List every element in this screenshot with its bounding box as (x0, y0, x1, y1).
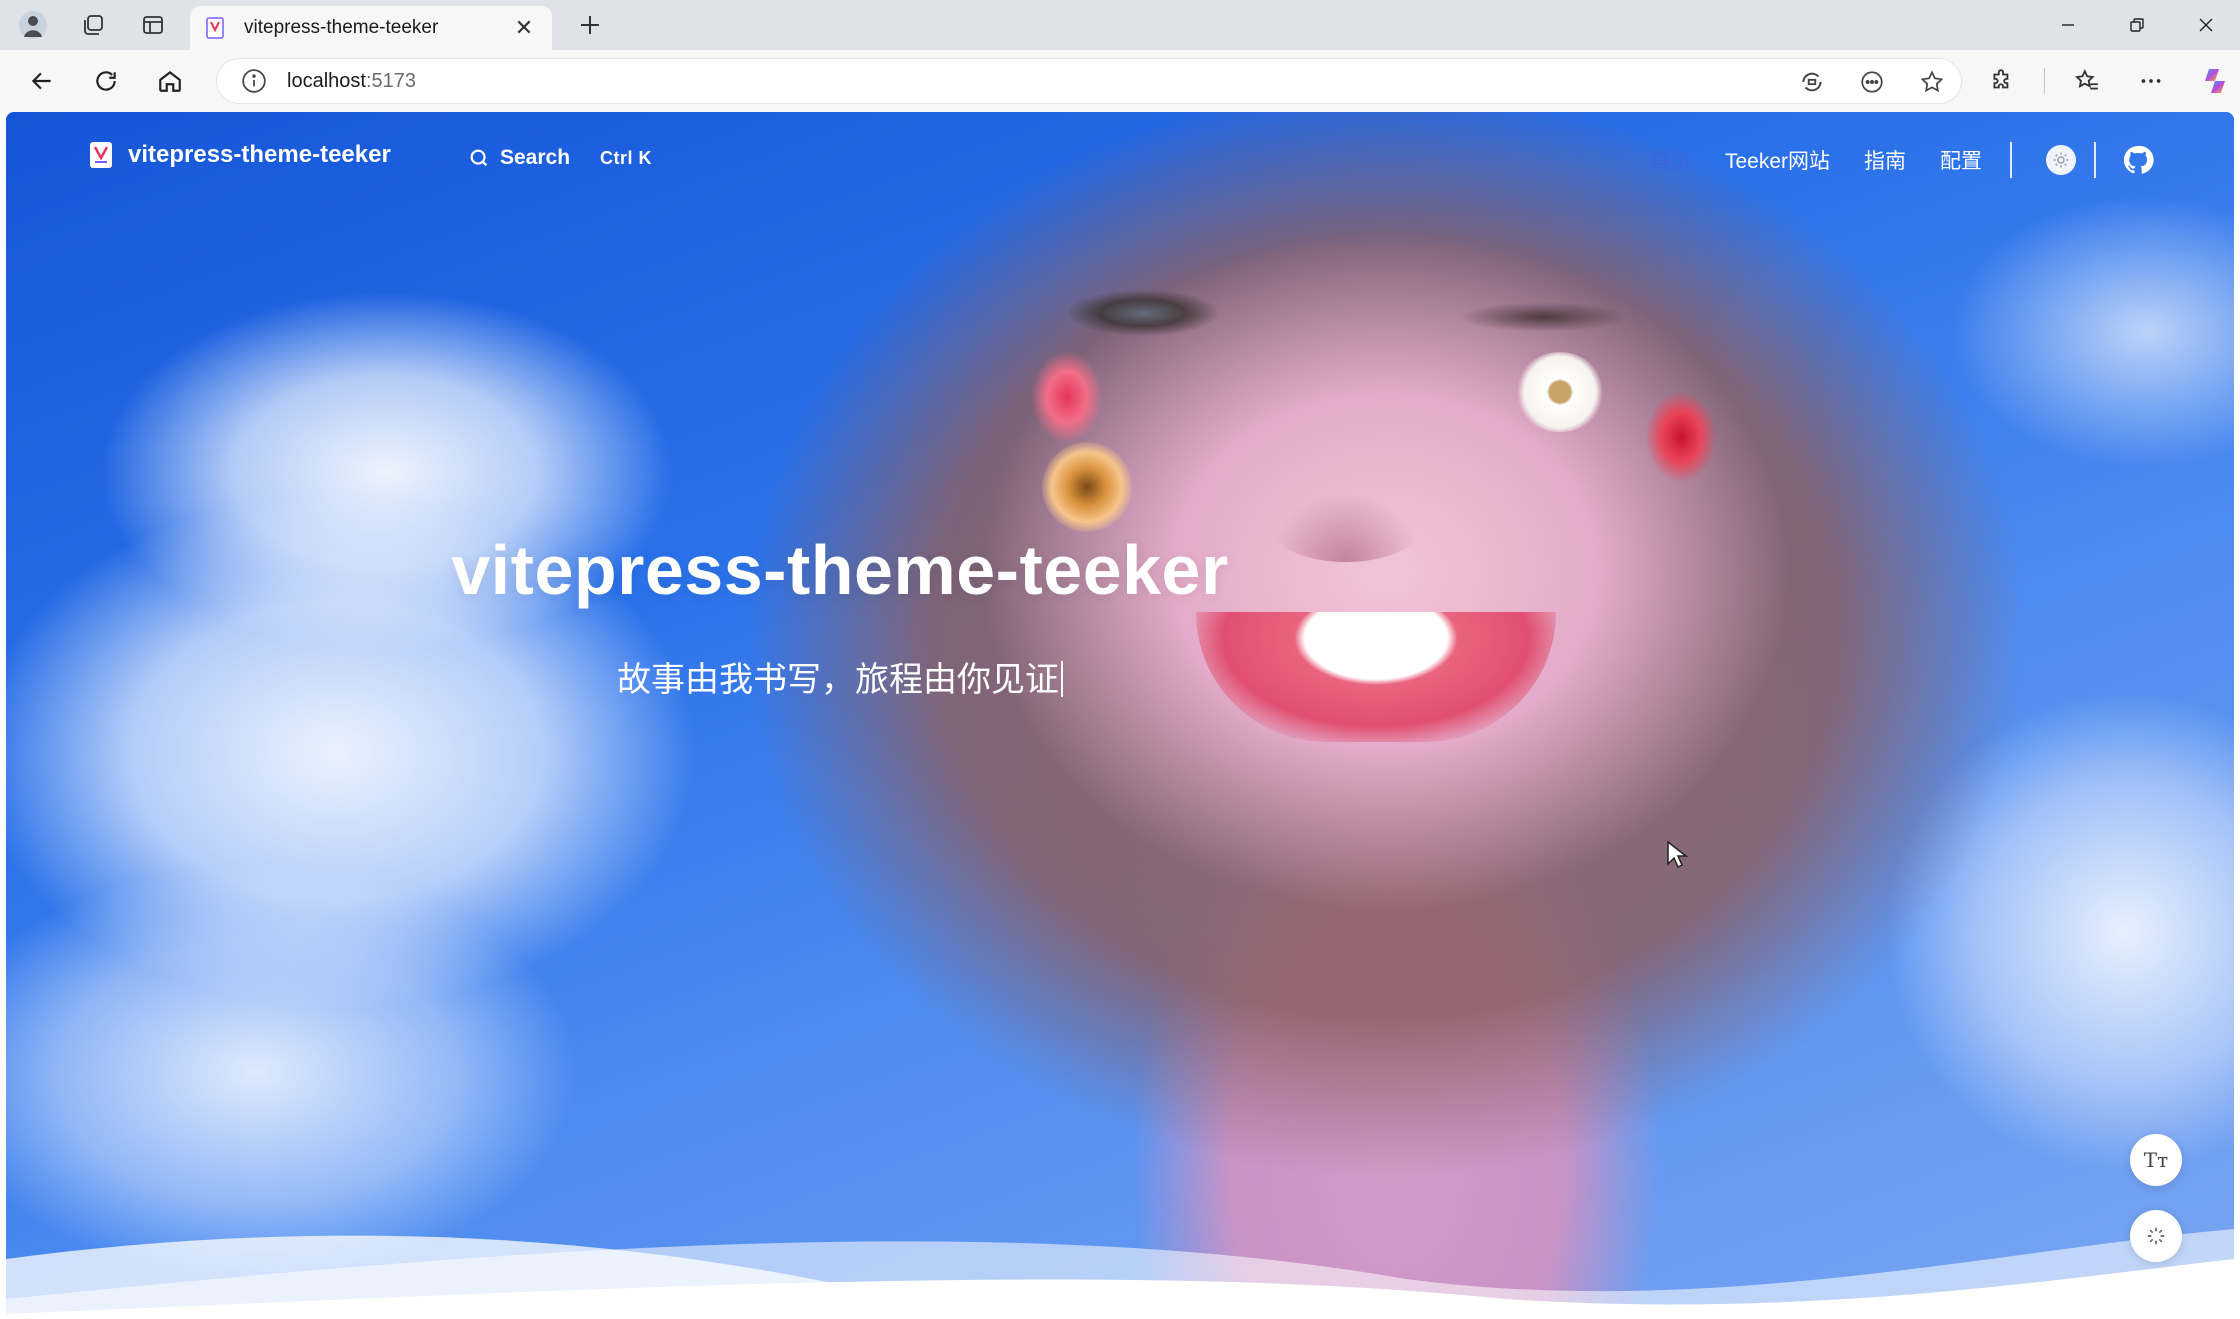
minimize-icon[interactable] (2033, 0, 2102, 50)
star-icon[interactable] (1913, 63, 1951, 101)
url-text[interactable]: localhost:5173 (287, 70, 416, 93)
site-navbar: vitepress-theme-teeker Search Ctrl K 首页 … (6, 112, 2234, 208)
nav-divider (2094, 142, 2096, 178)
nav-divider (2010, 142, 2012, 178)
home-icon[interactable] (148, 59, 192, 103)
nav-link-home[interactable]: 首页 (1649, 145, 1691, 175)
more-icon[interactable] (2129, 59, 2173, 103)
browser-title-bar: vitepress-theme-teeker ✕ (0, 0, 2240, 50)
copilot-icon[interactable] (2193, 59, 2237, 103)
hero-title: vitepress-theme-teeker (451, 531, 1229, 609)
info-icon[interactable] (241, 68, 267, 94)
refresh-icon[interactable] (84, 59, 128, 103)
nav-link-config[interactable]: 配置 (1940, 145, 1982, 175)
hero-image-detail (1068, 290, 1218, 336)
search-shortcut: Ctrl K (600, 148, 652, 168)
nav-link-guide[interactable]: 指南 (1864, 145, 1906, 175)
puzzle-icon[interactable] (1980, 59, 2024, 103)
profile-avatar-icon[interactable] (14, 6, 52, 44)
hero-image-detail (1032, 352, 1102, 442)
site-brand-link[interactable]: vitepress-theme-teeker (88, 140, 391, 170)
plus-icon[interactable] (568, 3, 612, 47)
workspaces-icon[interactable] (74, 6, 112, 44)
hero-description: 故事由我书写，旅程由你见证 (6, 652, 1674, 701)
search-button[interactable]: Search (468, 146, 570, 170)
github-icon[interactable] (2122, 144, 2154, 176)
hero-description-text: 故事由我书写，旅程由你见证 (617, 660, 1059, 700)
site-logo-icon (90, 142, 112, 168)
page-viewport: vitepress-theme-teeker Search Ctrl K 首页 … (6, 112, 2234, 1319)
hero-background-image (6, 112, 2234, 1319)
appearance-toggle-icon[interactable] (2046, 145, 2076, 175)
favorites-icon[interactable] (2065, 59, 2109, 103)
hero-image-detail (1458, 302, 1628, 332)
active-tab[interactable]: vitepress-theme-teeker ✕ (190, 6, 552, 50)
search-icon (470, 149, 488, 167)
immersive-reader-icon[interactable] (1853, 63, 1891, 101)
back-arrow-icon[interactable] (20, 59, 64, 103)
read-aloud-icon[interactable] (1793, 63, 1831, 101)
sparkle-icon (2147, 1227, 2165, 1245)
hero-image-detail (1042, 442, 1132, 532)
restore-icon[interactable] (2102, 0, 2171, 50)
site-nav-links: 首页 Teeker网站 指南 配置 (1649, 140, 1982, 180)
hero-image-detail (1646, 392, 1716, 482)
tab-actions-icon[interactable] (134, 6, 172, 44)
font-size-icon: Tт (2143, 1148, 2169, 1172)
hero-wave-divider (6, 1229, 2234, 1319)
hero-image-detail (1516, 352, 1604, 432)
site-title: vitepress-theme-teeker (128, 141, 391, 168)
effects-button[interactable] (2130, 1210, 2182, 1262)
address-bar[interactable]: localhost:5173 (216, 58, 1962, 104)
close-tab-icon[interactable]: ✕ (510, 15, 538, 41)
mouse-pointer-icon (1667, 840, 1688, 869)
toolbar-separator (2044, 68, 2045, 94)
close-window-icon[interactable] (2171, 0, 2240, 50)
font-size-button[interactable]: Tт (2130, 1134, 2182, 1186)
site-favicon-icon (206, 17, 224, 39)
tab-title: vitepress-theme-teeker (244, 17, 439, 38)
browser-toolbar: localhost:5173 (0, 50, 2240, 112)
nav-link-teeker-site[interactable]: Teeker网站 (1725, 145, 1830, 175)
search-label: Search (500, 146, 571, 169)
typing-cursor (1061, 661, 1063, 697)
